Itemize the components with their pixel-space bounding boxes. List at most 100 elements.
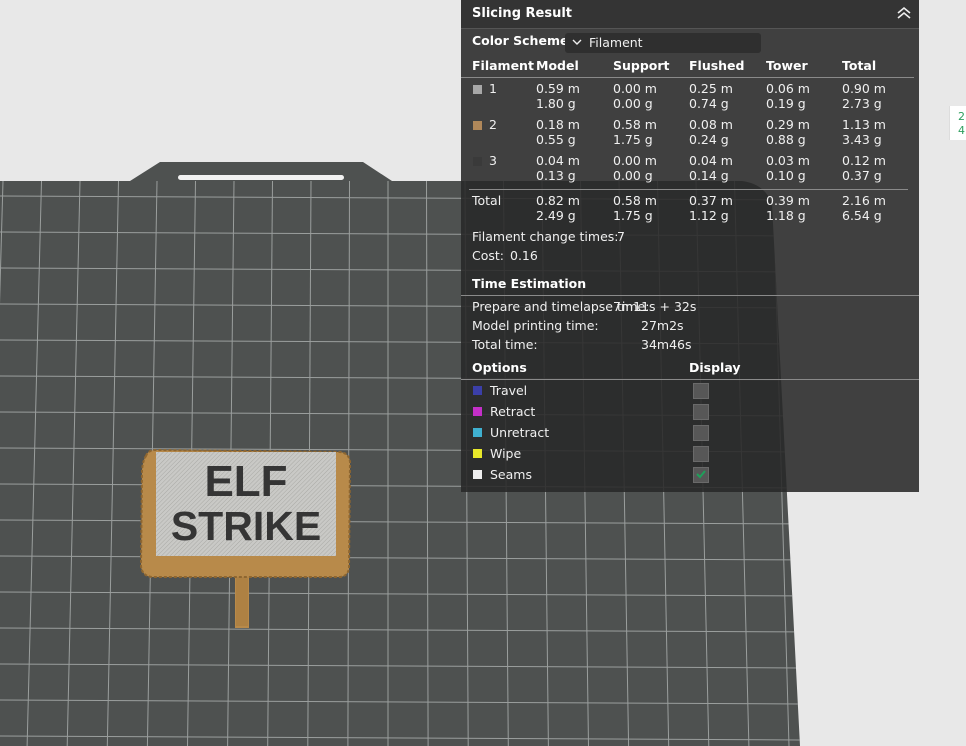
prepare-time-value: 7m11s + 32s xyxy=(613,299,697,314)
support-m: 0.00 m xyxy=(613,153,657,168)
flushed-m: 0.04 m xyxy=(689,153,733,168)
col-header-total: Total xyxy=(842,58,877,73)
total-model-m: 0.82 m xyxy=(536,193,580,208)
model-time-label: Model printing time: xyxy=(472,318,599,333)
options-divider xyxy=(461,379,919,380)
edge-text: 2 4 xyxy=(958,110,965,138)
support-g: 1.75 g xyxy=(613,132,653,147)
total-m: 1.13 m xyxy=(842,117,886,132)
option-label: Seams xyxy=(490,467,532,482)
total-total-g: 6.54 g xyxy=(842,208,882,223)
total-m: 0.90 m xyxy=(842,81,886,96)
wipe-display-checkbox[interactable] xyxy=(693,446,709,462)
option-label: Retract xyxy=(490,404,536,419)
option-label: Travel xyxy=(490,383,528,398)
model-g: 0.55 g xyxy=(536,132,576,147)
unretract-display-checkbox[interactable] xyxy=(693,425,709,441)
total-divider xyxy=(469,189,908,190)
filament-id: 3 xyxy=(489,153,497,168)
panel-title: Slicing Result xyxy=(472,6,573,21)
filament-id: 2 xyxy=(489,117,497,132)
header-divider xyxy=(461,77,914,78)
tower-m: 0.03 m xyxy=(766,153,810,168)
option-label: Unretract xyxy=(490,425,550,440)
chevron-down-icon xyxy=(572,39,582,45)
time-estimation-heading: Time Estimation xyxy=(472,276,587,291)
tower-g: 0.88 g xyxy=(766,132,806,147)
panel-header: Slicing Result xyxy=(461,0,919,29)
filament-swatch xyxy=(473,121,482,130)
wipe-swatch xyxy=(473,449,482,458)
flushed-g: 0.74 g xyxy=(689,96,729,111)
total-flushed-m: 0.37 m xyxy=(689,193,733,208)
model-g: 1.80 g xyxy=(536,96,576,111)
tower-m: 0.06 m xyxy=(766,81,810,96)
plate-handle xyxy=(178,175,344,180)
model-m: 0.04 m xyxy=(536,153,580,168)
total-model-g: 2.49 g xyxy=(536,208,576,223)
filament-change-label: Filament change times: xyxy=(472,229,619,244)
flushed-g: 0.24 g xyxy=(689,132,729,147)
col-header-support: Support xyxy=(613,58,670,73)
total-flushed-g: 1.12 g xyxy=(689,208,729,223)
model-m: 0.18 m xyxy=(536,117,580,132)
edge-text-line1: 2 xyxy=(958,110,965,123)
flushed-m: 0.25 m xyxy=(689,81,733,96)
travel-swatch xyxy=(473,386,482,395)
sign-text-line2: STRIKE xyxy=(171,503,321,549)
support-m: 0.58 m xyxy=(613,117,657,132)
col-header-model: Model xyxy=(536,58,579,73)
col-header-flushed: Flushed xyxy=(689,58,745,73)
seams-display-checkbox[interactable] xyxy=(693,467,709,483)
support-g: 0.00 g xyxy=(613,168,653,183)
retract-display-checkbox[interactable] xyxy=(693,404,709,420)
seams-swatch xyxy=(473,470,482,479)
total-time-value: 34m46s xyxy=(641,337,692,352)
time-divider xyxy=(461,295,919,296)
sign-text-line1: ELF xyxy=(204,457,287,506)
filament-change-value: 7 xyxy=(617,229,625,244)
total-time-label: Total time: xyxy=(472,337,538,352)
retract-swatch xyxy=(473,407,482,416)
total-support-m: 0.58 m xyxy=(613,193,657,208)
total-g: 3.43 g xyxy=(842,132,882,147)
cost-label: Cost: xyxy=(472,248,505,263)
col-header-filament: Filament xyxy=(472,58,534,73)
total-m: 0.12 m xyxy=(842,153,886,168)
unretract-swatch xyxy=(473,428,482,437)
color-scheme-value: Filament xyxy=(589,35,643,50)
support-g: 0.00 g xyxy=(613,96,653,111)
travel-display-checkbox[interactable] xyxy=(693,383,709,399)
total-support-g: 1.75 g xyxy=(613,208,653,223)
options-heading: Options xyxy=(472,360,527,375)
checkmark-icon xyxy=(696,470,706,479)
tower-g: 0.10 g xyxy=(766,168,806,183)
flushed-g: 0.14 g xyxy=(689,168,729,183)
model-m: 0.59 m xyxy=(536,81,580,96)
total-row-label: Total xyxy=(472,193,502,208)
total-tower-m: 0.39 m xyxy=(766,193,810,208)
tower-g: 0.19 g xyxy=(766,96,806,111)
filament-id: 1 xyxy=(489,81,497,96)
slicing-result-panel: Slicing Result Color Scheme Filament Fil… xyxy=(461,0,919,492)
support-m: 0.00 m xyxy=(613,81,657,96)
filament-swatch xyxy=(473,85,482,94)
filament-swatch xyxy=(473,157,482,166)
display-heading: Display xyxy=(689,360,741,375)
double-chevron-up-icon xyxy=(897,6,911,19)
total-tower-g: 1.18 g xyxy=(766,208,806,223)
cost-value: 0.16 xyxy=(510,248,538,263)
total-g: 2.73 g xyxy=(842,96,882,111)
color-scheme-select[interactable]: Filament xyxy=(565,33,761,53)
option-label: Wipe xyxy=(490,446,522,461)
tower-m: 0.29 m xyxy=(766,117,810,132)
edge-text-line2: 4 xyxy=(958,124,965,137)
model-g: 0.13 g xyxy=(536,168,576,183)
collapse-button[interactable] xyxy=(895,5,913,23)
color-scheme-label: Color Scheme xyxy=(472,33,569,48)
col-header-tower: Tower xyxy=(766,58,808,73)
total-total-m: 2.16 m xyxy=(842,193,886,208)
flushed-m: 0.08 m xyxy=(689,117,733,132)
model-time-value: 27m2s xyxy=(641,318,684,333)
total-g: 0.37 g xyxy=(842,168,882,183)
